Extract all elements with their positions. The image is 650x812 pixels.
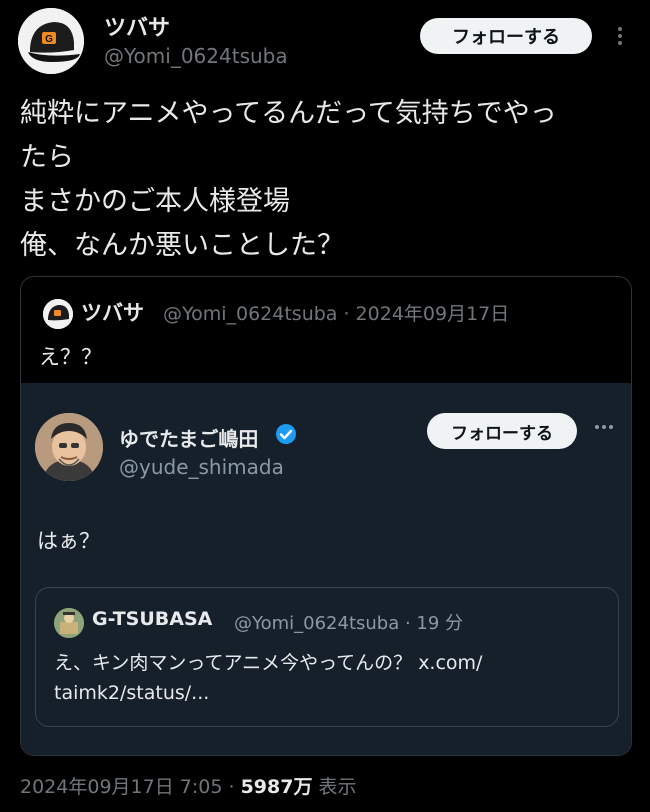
- embedded-tweet-text: はぁ？: [37, 529, 100, 553]
- embedded-follow-button: フォローする: [427, 413, 577, 449]
- figure-avatar-image: [54, 608, 84, 638]
- embedded-author-avatar: [35, 413, 103, 481]
- more-options-icon[interactable]: [610, 22, 630, 50]
- ellipsis-vertical-icon: [618, 27, 622, 45]
- inner-handle-date: @Yomi_0624tsuba · 19 分: [234, 613, 464, 634]
- author-avatar[interactable]: G: [18, 8, 84, 74]
- quote-text: え？？: [39, 345, 102, 369]
- person-avatar-image: [35, 413, 103, 481]
- meta-separator: ·: [228, 776, 235, 798]
- author-handle[interactable]: @Yomi_0624tsuba: [104, 44, 288, 68]
- quote-author-avatar: [43, 299, 73, 329]
- quote-author-name: ツバサ: [81, 301, 144, 325]
- embedded-inner-quote-card: G-TSUBASA @Yomi_0624tsuba · 19 分 え、キン肉マン…: [35, 587, 619, 727]
- follow-button[interactable]: フォローする: [420, 18, 592, 54]
- embedded-tweet-image: ゆでたまご嶋田 @yude_shimada フォローする はぁ？ G-TSUBA…: [21, 383, 631, 755]
- inner-tweet-text: え、キン肉マンってアニメ今やってんの？ x.com/ taimk2/status…: [54, 652, 483, 704]
- quoted-tweet-card[interactable]: ツバサ @Yomi_0624tsuba · 2024年09月17日 え？？ ゆで…: [20, 276, 632, 756]
- cap-avatar-image: [43, 299, 73, 329]
- ellipsis-horizontal-icon: [595, 425, 613, 429]
- embedded-author-name: ゆでたまご嶋田: [119, 427, 259, 451]
- embedded-more-icon: [591, 415, 617, 439]
- tweet-text: 純粋にアニメやってるんだって気持ちでやっ たら まさかのご本人様登場 俺、なんか…: [20, 98, 557, 261]
- author-name[interactable]: ツバサ: [104, 10, 170, 42]
- inner-author-avatar: [54, 608, 84, 638]
- views-count[interactable]: 5987万: [241, 776, 313, 798]
- verified-badge-icon: [275, 423, 297, 445]
- tweet-meta: 2024年09月17日 7:05 · 5987万 表示: [20, 772, 357, 799]
- cap-avatar-image: G: [18, 8, 84, 74]
- svg-text:G: G: [45, 34, 53, 45]
- inner-author-name: G-TSUBASA: [92, 608, 213, 630]
- embedded-author-handle: @yude_shimada: [119, 455, 284, 479]
- views-label: 表示: [318, 776, 357, 798]
- quote-handle-date: @Yomi_0624tsuba · 2024年09月17日: [163, 303, 510, 325]
- tweet-timestamp[interactable]: 2024年09月17日 7:05: [20, 776, 222, 798]
